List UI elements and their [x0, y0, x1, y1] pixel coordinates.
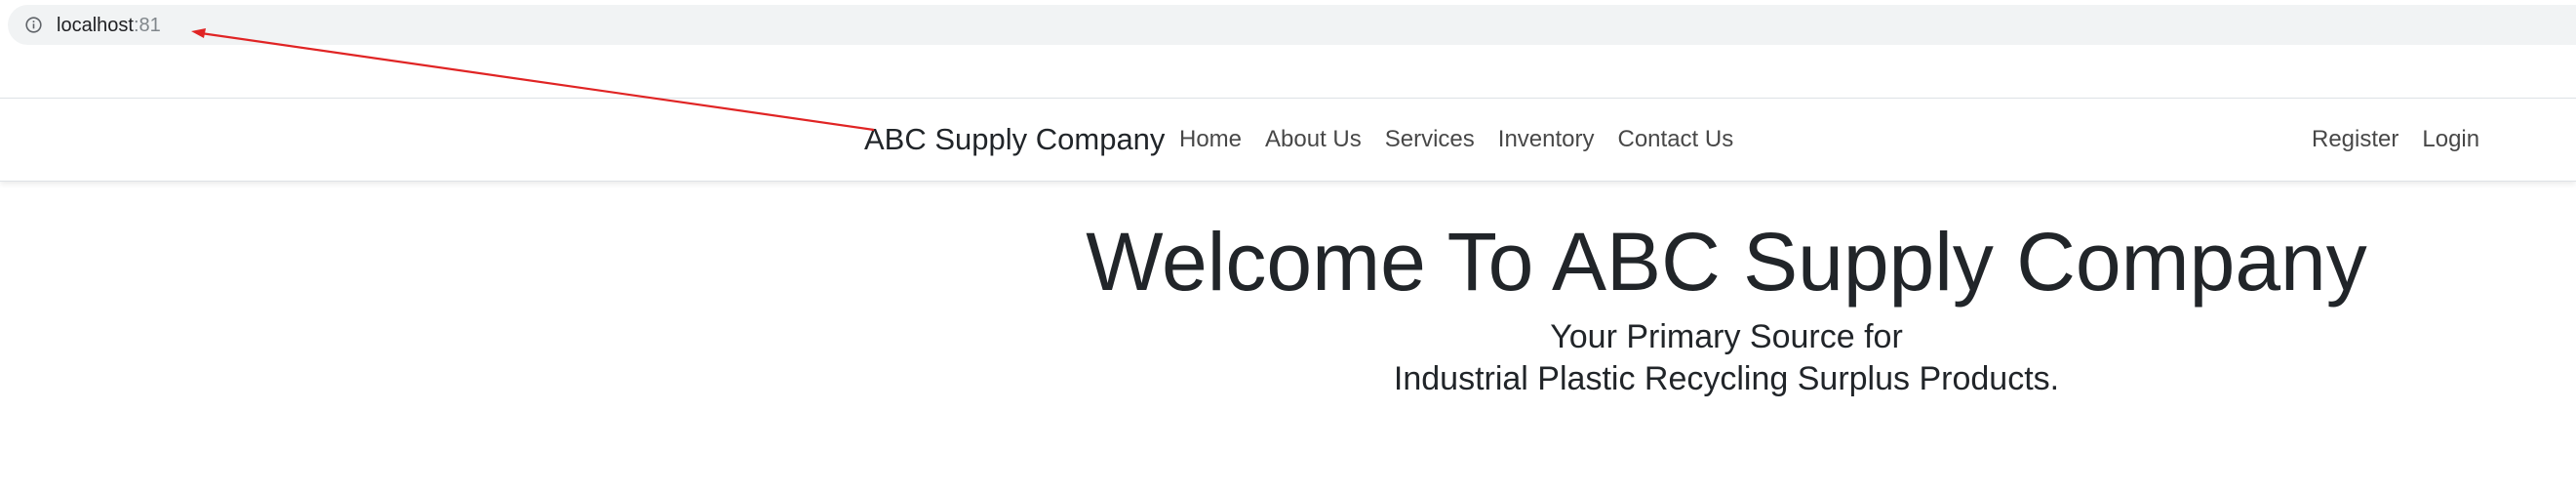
nav-link-home[interactable]: Home — [1179, 126, 1253, 153]
hero-subtitle: Your Primary Source for Industrial Plast… — [1073, 316, 2380, 400]
nav-links: Home About Us Services Inventory Contact… — [1179, 126, 1745, 153]
hero-title: Welcome To ABC Supply Company — [1086, 216, 2367, 308]
url-host: localhost — [57, 15, 134, 36]
url-text[interactable]: localhost:81 — [57, 15, 161, 36]
address-bar[interactable]: localhost:81 — [8, 5, 2576, 45]
nav-link-contact-us[interactable]: Contact Us — [1606, 126, 1746, 153]
nav-right-links: Register Login — [2312, 126, 2491, 153]
navbar: ABC Supply Company Home About Us Service… — [0, 98, 2576, 182]
nav-link-register[interactable]: Register — [2312, 126, 2410, 153]
hero-subtitle-line1: Your Primary Source for — [1550, 318, 1903, 355]
info-icon[interactable] — [25, 17, 42, 33]
url-port: :81 — [133, 15, 161, 36]
navbar-brand[interactable]: ABC Supply Company — [864, 122, 1165, 157]
nav-link-about-us[interactable]: About Us — [1253, 126, 1373, 153]
nav-link-inventory[interactable]: Inventory — [1486, 126, 1606, 153]
hero-subtitle-line2: Industrial Plastic Recycling Surplus Pro… — [1393, 360, 2060, 397]
nav-link-services[interactable]: Services — [1373, 126, 1486, 153]
nav-link-login[interactable]: Login — [2410, 126, 2491, 153]
page: localhost:81 ABC Supply Company Home Abo… — [0, 0, 2576, 494]
